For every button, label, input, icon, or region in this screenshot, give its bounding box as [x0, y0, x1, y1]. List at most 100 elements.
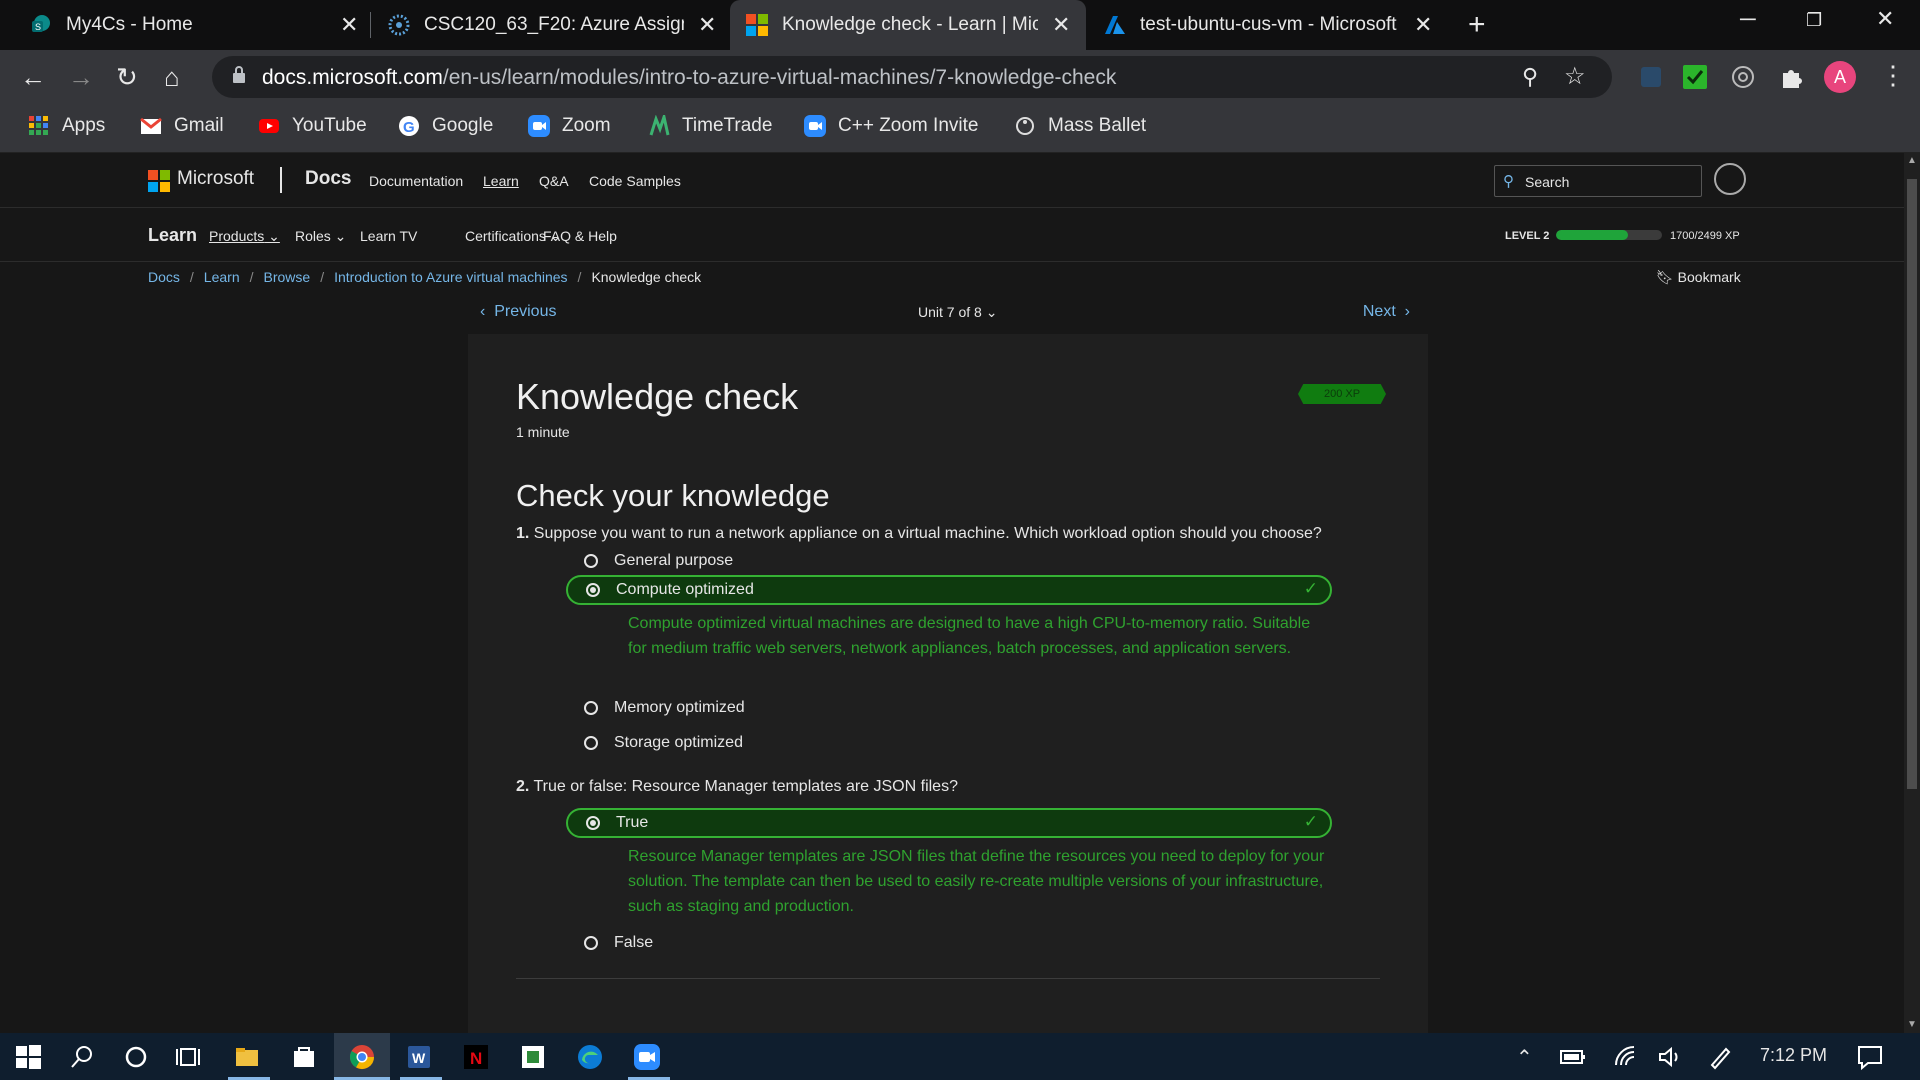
menu-kebab-icon[interactable]: ⋮ — [1880, 60, 1906, 91]
breadcrumb-docs[interactable]: Docs — [148, 269, 180, 285]
bookmark-cpp-zoom-invite[interactable]: C++ Zoom Invite — [804, 115, 978, 137]
browser-tab-csc120[interactable]: CSC120_63_F20: Azure Assignme ✕ — [372, 0, 732, 50]
bookmark-apps[interactable]: Apps — [28, 115, 105, 137]
docs-brand[interactable]: Docs — [305, 168, 351, 190]
nav-learn[interactable]: Learn — [483, 173, 519, 189]
cortana-icon[interactable] — [122, 1043, 150, 1071]
word-icon[interactable]: W — [405, 1043, 433, 1071]
search-icon[interactable] — [68, 1043, 96, 1071]
close-icon[interactable]: ✕ — [698, 12, 716, 38]
scroll-down-icon[interactable]: ▼ — [1907, 1019, 1917, 1030]
tab-title: test-ubuntu-cus-vm - Microsoft — [1140, 14, 1397, 35]
sticky-app-icon[interactable] — [519, 1043, 547, 1071]
zoom-icon[interactable]: ⚲ — [1522, 64, 1538, 90]
browser-tabstrip: S My4Cs - Home ✕ CSC120_63_F20: Azure As… — [0, 0, 1920, 50]
xp-progress-fill — [1556, 230, 1629, 240]
store-icon[interactable] — [290, 1043, 318, 1071]
clock[interactable]: 7:12 PM — [1760, 1045, 1827, 1066]
q1-option-general-purpose[interactable]: General purpose — [566, 546, 1332, 576]
address-bar[interactable]: docs.microsoft.com/en-us/learn/modules/i… — [212, 56, 1612, 98]
bookmark-button[interactable]: 🔖︎ Bookmark — [1656, 269, 1741, 286]
microsoft-logo-icon[interactable] — [148, 170, 170, 192]
volume-icon[interactable] — [1656, 1043, 1684, 1071]
bookmark-google[interactable]: G Google — [398, 115, 493, 137]
bookmark-gmail[interactable]: Gmail — [140, 115, 224, 137]
bookmark-star-icon[interactable]: ☆ — [1564, 62, 1586, 91]
back-icon[interactable]: ← — [20, 62, 46, 93]
bookmark-label: Mass Ballet — [1048, 115, 1147, 136]
breadcrumb-browse[interactable]: Browse — [264, 269, 311, 285]
bookmark-mass-ballet[interactable]: Mass Ballet — [1014, 115, 1146, 137]
unit-selector[interactable]: Unit 7 of 8 ⌄ — [918, 304, 997, 321]
wifi-icon[interactable] — [1612, 1043, 1640, 1071]
breadcrumb-learn[interactable]: Learn — [204, 269, 240, 285]
profile-avatar[interactable]: A — [1824, 61, 1856, 93]
microsoft-brand[interactable]: Microsoft — [177, 168, 254, 190]
nav-documentation[interactable]: Documentation — [369, 173, 463, 189]
chrome-icon[interactable] — [348, 1043, 376, 1071]
user-profile-icon[interactable] — [1714, 163, 1746, 195]
tray-chevron-icon[interactable]: ⌃ — [1516, 1045, 1533, 1070]
xp-progress-bar — [1556, 230, 1662, 240]
radio-extension-icon[interactable] — [1730, 64, 1756, 90]
new-tab-icon[interactable]: + — [1468, 8, 1486, 42]
extension-placeholder-icon[interactable] — [1638, 64, 1664, 90]
notifications-icon[interactable] — [1856, 1043, 1884, 1071]
file-explorer-icon[interactable] — [233, 1043, 261, 1071]
q1-option-memory-optimized[interactable]: Memory optimized — [566, 693, 1332, 723]
search-input[interactable]: ⚲ Search — [1494, 165, 1702, 197]
bookmark-icon: 🔖︎ — [1656, 269, 1674, 285]
edge-icon[interactable] — [576, 1043, 604, 1071]
windows-start-icon[interactable] — [14, 1043, 42, 1071]
course-icon — [388, 14, 410, 36]
scroll-thumb[interactable] — [1907, 179, 1917, 789]
browser-tab-azure-vm[interactable]: test-ubuntu-cus-vm - Microsoft ✕ — [1088, 0, 1448, 50]
radio-button-selected[interactable] — [586, 583, 600, 597]
radio-button[interactable] — [584, 701, 598, 715]
browser-tab-knowledge-check[interactable]: Knowledge check - Learn | Micro ✕ — [730, 0, 1086, 50]
battery-icon[interactable] — [1560, 1043, 1586, 1071]
radio-button-selected[interactable] — [586, 816, 600, 830]
q2-explanation: Resource Manager templates are JSON file… — [628, 848, 1325, 915]
q2-option-true[interactable]: True ✓ — [566, 808, 1332, 838]
zoom-icon[interactable] — [633, 1043, 661, 1071]
previous-link[interactable]: ‹ Previous — [480, 303, 556, 321]
nav-products[interactable]: Products ⌄ — [209, 228, 280, 245]
nav-faq-help[interactable]: FAQ & Help — [543, 228, 617, 244]
bookmark-zoom[interactable]: Zoom — [528, 115, 611, 137]
scroll-up-icon[interactable]: ▲ — [1907, 155, 1917, 166]
learn-home-link[interactable]: Learn — [148, 225, 197, 246]
restore-icon[interactable]: ❐ — [1806, 10, 1822, 31]
radio-button[interactable] — [584, 936, 598, 950]
q1-option-storage-optimized[interactable]: Storage optimized — [566, 728, 1332, 758]
radio-button[interactable] — [584, 736, 598, 750]
home-icon[interactable]: ⌂ — [164, 62, 180, 93]
checkmark-extension-icon[interactable] — [1682, 64, 1708, 90]
reload-icon[interactable]: ↻ — [116, 62, 138, 93]
browser-tab-my4cs[interactable]: S My4Cs - Home ✕ — [14, 0, 374, 50]
radio-button[interactable] — [584, 554, 598, 568]
pen-icon[interactable] — [1706, 1043, 1734, 1071]
window-close-icon[interactable]: ✕ — [1876, 6, 1894, 32]
page-scrollbar[interactable]: ▲ ▼ — [1904, 153, 1920, 1033]
close-icon[interactable]: ✕ — [1052, 12, 1070, 38]
bookmark-timetrade[interactable]: TimeTrade — [648, 115, 772, 137]
q1-option-compute-optimized[interactable]: Compute optimized ✓ — [566, 575, 1332, 605]
google-icon: G — [399, 116, 419, 136]
task-view-icon[interactable] — [174, 1043, 202, 1071]
minimize-icon[interactable]: ─ — [1740, 6, 1756, 32]
nav-code-samples[interactable]: Code Samples — [589, 173, 681, 189]
breadcrumb-module[interactable]: Introduction to Azure virtual machines — [334, 269, 567, 285]
nav-roles[interactable]: Roles ⌄ — [295, 228, 346, 245]
puzzle-extensions-icon[interactable] — [1778, 64, 1804, 90]
close-icon[interactable]: ✕ — [1414, 12, 1432, 38]
nav-qa[interactable]: Q&A — [539, 173, 569, 189]
close-icon[interactable]: ✕ — [340, 12, 358, 38]
bookmark-youtube[interactable]: YouTube — [258, 115, 367, 137]
bookmark-label: C++ Zoom Invite — [838, 115, 979, 136]
nav-learn-tv[interactable]: Learn TV — [360, 228, 417, 244]
next-link[interactable]: Next › — [1363, 303, 1410, 321]
q2-option-false[interactable]: False — [566, 928, 1332, 958]
forward-icon[interactable]: → — [68, 62, 94, 93]
netflix-icon[interactable]: N — [462, 1043, 490, 1071]
